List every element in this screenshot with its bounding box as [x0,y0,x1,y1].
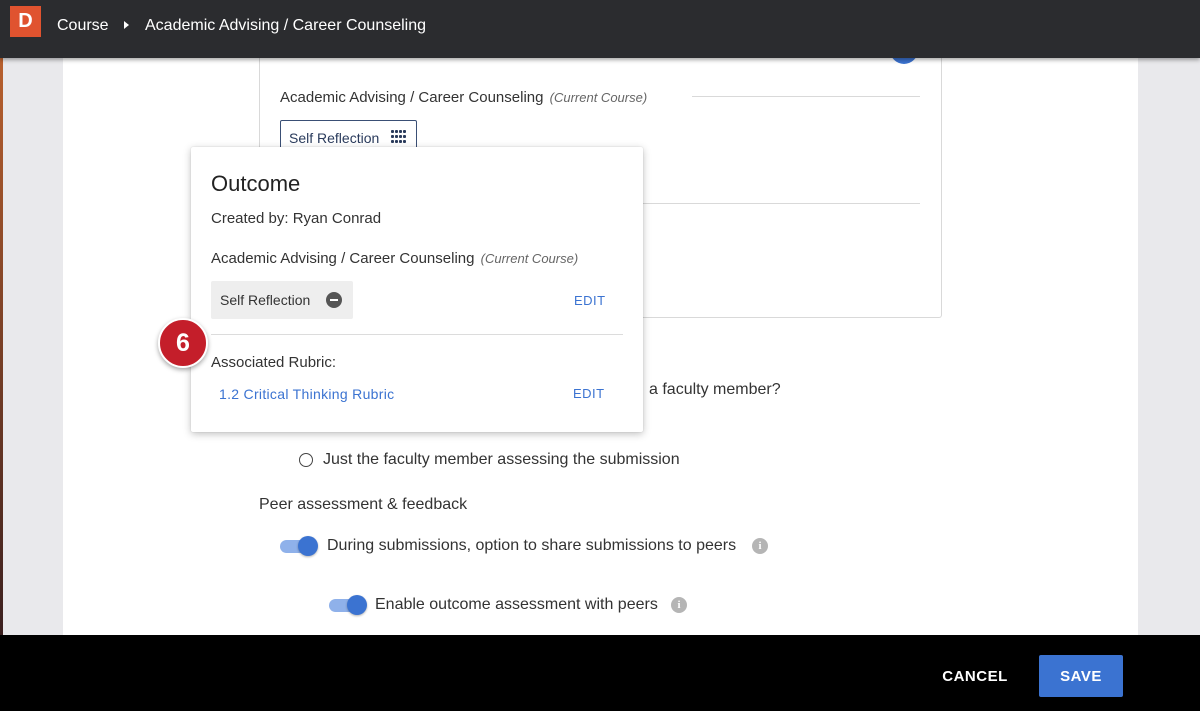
left-edge [0,58,3,638]
edit-rubric-button[interactable]: EDIT [573,386,605,401]
radio-faculty-only[interactable] [299,453,313,467]
associated-rubric-label: Associated Rubric: [211,354,337,371]
share-submissions-toggle[interactable] [280,536,318,556]
rubric-link[interactable]: 1.2 Critical Thinking Rubric [219,386,394,402]
outcome-assessment-toggle[interactable] [329,595,367,615]
edit-outcome-button[interactable]: EDIT [574,293,606,308]
outcome-assessment-label: Enable outcome assessment with peers [375,596,658,613]
info-icon[interactable]: i [671,597,687,613]
popover-title: Outcome [211,171,301,196]
divider [692,96,920,97]
top-bar: D Course Academic Advising / Career Coun… [0,0,1200,58]
outcome-popover: Outcome Created by: Ryan Conrad Academic… [191,147,643,432]
popover-course-name: Academic Advising / Career Counseling [211,250,475,267]
peer-section-title: Peer assessment & feedback [259,496,468,513]
app-logo[interactable]: D [10,6,41,37]
footer-bar: CANCEL SAVE [0,635,1200,711]
popover-course-tag: (Current Course) [480,251,579,266]
breadcrumb-arrow-icon [124,21,129,29]
card-course-tag: (Current Course) [549,90,648,105]
card-course-name: Academic Advising / Career Counseling [280,89,544,106]
popover-self-reflection-chip: Self Reflection [211,281,353,319]
rubric-grid-icon [391,130,407,144]
popover-created-by: Created by: Ryan Conrad [211,210,382,227]
popover-chip-label: Self Reflection [220,292,311,308]
popover-course: Academic Advising / Career Counseling (C… [211,250,578,267]
question-text: a faculty member? [649,381,781,398]
card-course-title: Academic Advising / Career Counseling (C… [280,89,647,106]
breadcrumb-current: Academic Advising / Career Counseling [145,17,427,34]
chip-label: Self Reflection [289,130,380,146]
cancel-button[interactable]: CANCEL [931,655,1019,697]
radio-faculty-only-label[interactable]: Just the faculty member assessing the su… [323,451,680,469]
breadcrumb-course[interactable]: Course [57,17,109,35]
divider [211,334,623,335]
divider [640,203,920,204]
remove-icon[interactable] [326,292,342,308]
step-number-badge: 6 [158,318,208,368]
info-icon[interactable]: i [752,538,768,554]
share-submissions-label: During submissions, option to share subm… [327,537,737,554]
save-button[interactable]: SAVE [1039,655,1123,697]
